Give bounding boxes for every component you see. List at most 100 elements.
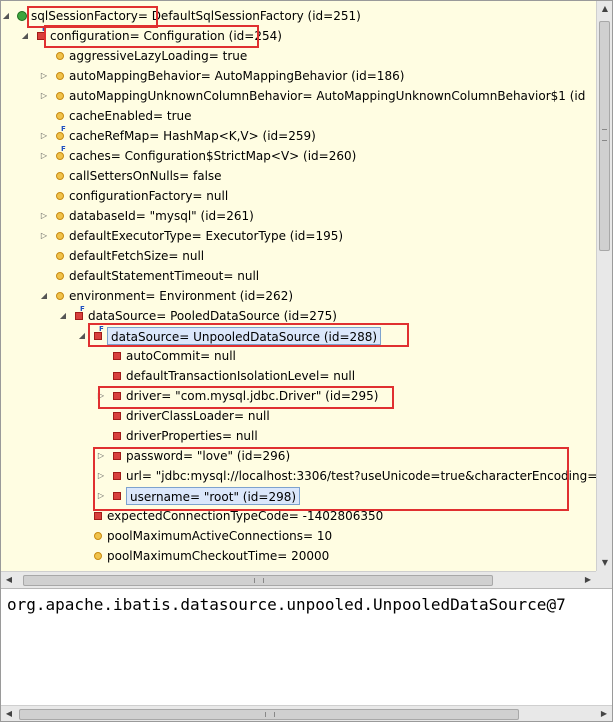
tree-row[interactable]: poolMaximumCheckoutTime= 20000 bbox=[1, 546, 596, 566]
tree-row-label: sqlSessionFactory= DefaultSqlSessionFact… bbox=[31, 9, 361, 23]
protected-field-icon bbox=[55, 71, 65, 81]
private-field-icon bbox=[93, 511, 103, 521]
private-field-icon bbox=[112, 491, 122, 501]
tree-row[interactable]: ▷ defaultExecutorType= ExecutorType (id=1… bbox=[1, 226, 596, 246]
expand-arrow-icon[interactable]: ◢ bbox=[77, 326, 87, 346]
expand-arrow-icon[interactable]: ◢ bbox=[1, 6, 11, 26]
collapse-arrow-icon[interactable]: ▷ bbox=[96, 386, 106, 406]
tree-row[interactable]: ▷ password= "love" (id=296) bbox=[1, 446, 596, 466]
collapse-arrow-icon[interactable]: ▷ bbox=[39, 126, 49, 146]
tree-row[interactable]: configurationFactory= null bbox=[1, 186, 596, 206]
tree-row-label: dataSource= UnpooledDataSource (id=288) bbox=[107, 327, 382, 345]
tree-row-label: environment= Environment (id=262) bbox=[69, 289, 294, 303]
tree-row[interactable]: autoCommit= null bbox=[1, 346, 596, 366]
tree-row[interactable]: ◢ environment= Environment (id=262) bbox=[1, 286, 596, 306]
private-field-icon bbox=[112, 391, 122, 401]
tree-row[interactable]: defaultStatementTimeout= null bbox=[1, 266, 596, 286]
tree-row[interactable]: ▷ driver= "com.mysql.jdbc.Driver" (id=295… bbox=[1, 386, 596, 406]
expand-arrow-icon[interactable]: ◢ bbox=[58, 306, 68, 326]
tree-row-label: caches= Configuration$StrictMap<V> (id=2… bbox=[69, 149, 357, 163]
private-field-icon bbox=[112, 411, 122, 421]
tree-row-label: driverProperties= null bbox=[126, 429, 258, 443]
tree-row[interactable]: ▷ autoMappingBehavior= AutoMappingBehavio… bbox=[1, 66, 596, 86]
tree-row[interactable]: ▷ Fcaches= Configuration$StrictMap<V> (id… bbox=[1, 145, 596, 166]
tree-row[interactable]: ◢ FdataSource= UnpooledDataSource (id=288… bbox=[1, 325, 596, 346]
tree-row-label: configurationFactory= null bbox=[69, 189, 229, 203]
detail-pane[interactable]: org.apache.ibatis.datasource.unpooled.Un… bbox=[1, 588, 612, 705]
tree-horizontal-scrollbar[interactable]: ◀ ▶ bbox=[1, 571, 596, 588]
private-field-icon bbox=[112, 431, 122, 441]
tree-row[interactable]: ◢ sqlSessionFactory= DefaultSqlSessionFac… bbox=[1, 6, 596, 26]
scroll-right-arrow-icon[interactable]: ▶ bbox=[580, 572, 596, 588]
collapse-arrow-icon[interactable]: ▷ bbox=[39, 66, 49, 86]
tree-row-label: callSettersOnNulls= false bbox=[69, 169, 222, 183]
private-field-icon: F bbox=[74, 305, 85, 321]
tree-row[interactable]: ◢ FdataSource= PooledDataSource (id=275) bbox=[1, 305, 596, 326]
final-modifier-icon: F bbox=[80, 305, 85, 313]
tree-row[interactable]: poolMaximumActiveConnections= 10 bbox=[1, 526, 596, 546]
tree-row[interactable]: defaultTransactionIsolationLevel= null bbox=[1, 366, 596, 386]
tree-row-label: dataSource= PooledDataSource (id=275) bbox=[88, 309, 337, 323]
tree-row[interactable]: ▷ autoMappingUnknownColumnBehavior= AutoM… bbox=[1, 86, 596, 106]
tree-row-label: autoCommit= null bbox=[126, 349, 236, 363]
protected-field-icon: F bbox=[55, 145, 66, 161]
final-modifier-icon: F bbox=[61, 145, 66, 153]
tree-row[interactable]: ▷ FcacheRefMap= HashMap<K,V> (id=259) bbox=[1, 125, 596, 146]
horizontal-scroll-thumb[interactable] bbox=[23, 575, 493, 586]
scroll-down-arrow-icon[interactable]: ▼ bbox=[597, 555, 613, 571]
final-modifier-icon: F bbox=[42, 25, 47, 33]
tree-row[interactable]: cacheEnabled= true bbox=[1, 106, 596, 126]
protected-field-icon bbox=[55, 231, 65, 241]
collapse-arrow-icon[interactable]: ▷ bbox=[96, 446, 106, 466]
collapse-arrow-icon[interactable]: ▷ bbox=[39, 86, 49, 106]
horizontal-scroll-thumb[interactable] bbox=[19, 709, 519, 720]
protected-field-icon bbox=[93, 551, 103, 561]
vertical-scroll-thumb[interactable] bbox=[599, 21, 610, 251]
protected-field-icon bbox=[55, 191, 65, 201]
final-modifier-icon: F bbox=[61, 125, 66, 133]
scroll-right-arrow-icon[interactable]: ▶ bbox=[596, 706, 612, 722]
tree-row-label: defaultTransactionIsolationLevel= null bbox=[126, 369, 356, 383]
private-field-icon bbox=[112, 451, 122, 461]
tree-row[interactable]: driverClassLoader= null bbox=[1, 406, 596, 426]
tree-row[interactable]: ▷ databaseId= "mysql" (id=261) bbox=[1, 206, 596, 226]
tree-row[interactable]: aggressiveLazyLoading= true bbox=[1, 46, 596, 66]
scroll-left-arrow-icon[interactable]: ◀ bbox=[1, 706, 17, 722]
protected-field-icon bbox=[55, 51, 65, 61]
collapse-arrow-icon[interactable]: ▷ bbox=[96, 466, 106, 486]
private-field-icon: F bbox=[36, 25, 47, 41]
tree-row[interactable]: ◢ Fconfiguration= Configuration (id=254) bbox=[1, 25, 596, 46]
collapse-arrow-icon[interactable]: ▷ bbox=[39, 146, 49, 166]
tree-row[interactable]: ▷ username= "root" (id=298) bbox=[1, 486, 596, 506]
local-variable-icon bbox=[17, 11, 27, 21]
tree-row-label: driver= "com.mysql.jdbc.Driver" (id=295) bbox=[126, 389, 379, 403]
tree-row[interactable]: expectedConnectionTypeCode= -1402806350 bbox=[1, 506, 596, 526]
tree-row[interactable]: defaultFetchSize= null bbox=[1, 246, 596, 266]
protected-field-icon bbox=[55, 271, 65, 281]
tree-row[interactable]: callSettersOnNulls= false bbox=[1, 166, 596, 186]
protected-field-icon bbox=[93, 531, 103, 541]
scroll-left-arrow-icon[interactable]: ◀ bbox=[1, 572, 17, 588]
scroll-up-arrow-icon[interactable]: ▲ bbox=[597, 1, 613, 17]
tree-row-label: poolMaximumCheckoutTime= 20000 bbox=[107, 549, 330, 563]
tree-vertical-scrollbar[interactable]: ▲ ▼ bbox=[596, 1, 612, 571]
tree-row[interactable]: ▷ url= "jdbc:mysql://localhost:3306/test?… bbox=[1, 466, 596, 486]
tree-row-label: defaultFetchSize= null bbox=[69, 249, 205, 263]
variables-tree[interactable]: ◢ sqlSessionFactory= DefaultSqlSessionFac… bbox=[1, 1, 596, 571]
collapse-arrow-icon[interactable]: ▷ bbox=[39, 226, 49, 246]
protected-field-icon bbox=[55, 91, 65, 101]
expand-arrow-icon[interactable]: ◢ bbox=[39, 286, 49, 306]
tree-row-label: username= "root" (id=298) bbox=[126, 487, 301, 505]
tree-row[interactable]: driverProperties= null bbox=[1, 426, 596, 446]
tree-row-label: password= "love" (id=296) bbox=[126, 449, 291, 463]
tree-row-label: defaultStatementTimeout= null bbox=[69, 269, 260, 283]
expand-arrow-icon[interactable]: ◢ bbox=[20, 26, 30, 46]
tree-row-label: databaseId= "mysql" (id=261) bbox=[69, 209, 254, 223]
scrollbar-corner bbox=[596, 571, 612, 588]
collapse-arrow-icon[interactable]: ▷ bbox=[39, 206, 49, 226]
tree-row-label: cacheRefMap= HashMap<K,V> (id=259) bbox=[69, 129, 316, 143]
tree-row-label: defaultExecutorType= ExecutorType (id=19… bbox=[69, 229, 344, 243]
detail-horizontal-scrollbar[interactable]: ◀ ▶ bbox=[1, 705, 612, 721]
collapse-arrow-icon[interactable]: ▷ bbox=[96, 486, 106, 506]
private-field-icon bbox=[112, 471, 122, 481]
